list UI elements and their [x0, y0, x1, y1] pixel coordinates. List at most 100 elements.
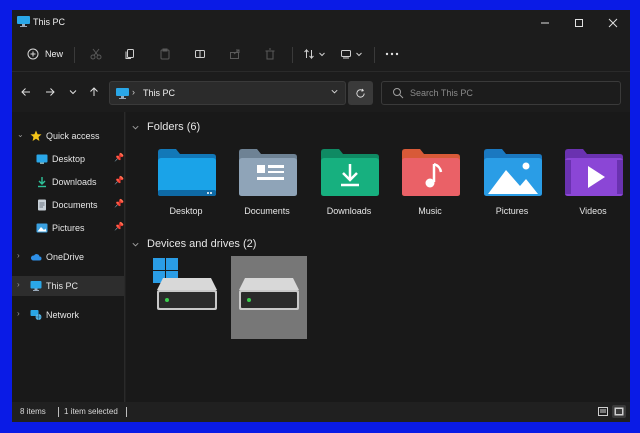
tiles-view-icon [614, 407, 624, 416]
chevron-down-icon [132, 242, 139, 246]
chevron-right-icon[interactable]: › [17, 251, 20, 260]
details-view-button[interactable] [596, 405, 610, 418]
star-icon [30, 130, 42, 141]
music-folder-icon [402, 149, 460, 196]
arrow-up-icon [90, 87, 98, 96]
up-button[interactable] [86, 84, 102, 100]
search-box[interactable] [381, 81, 621, 105]
drives-group-header[interactable]: Devices and drives (2) [131, 238, 256, 250]
chevron-down-icon [355, 52, 362, 57]
computer-icon [17, 16, 30, 27]
recent-locations-button[interactable] [65, 84, 81, 100]
navigation-bar: › This PC [12, 72, 630, 112]
sidebar-item-label: OneDrive [46, 252, 85, 262]
folders-heading: Folders (6) [147, 121, 201, 133]
address-dropdown[interactable] [330, 87, 339, 98]
divider [126, 407, 127, 417]
sidebar-item-label: Downloads [52, 177, 97, 187]
folders-group-header[interactable]: Folders (6) [131, 121, 200, 133]
paste-icon [160, 48, 170, 60]
more-icon [385, 52, 399, 56]
sidebar-item-this-pc[interactable]: › This PC [12, 276, 124, 296]
title-bar: This PC [12, 10, 630, 36]
minimize-button[interactable] [528, 10, 562, 36]
sidebar-item-label: Quick access [46, 131, 100, 141]
divider [292, 47, 293, 63]
rename-icon [195, 50, 205, 58]
chevron-down-icon[interactable]: ⌄ [17, 130, 24, 139]
search-input[interactable] [410, 85, 610, 101]
close-button[interactable] [596, 10, 630, 36]
details-view-icon [598, 407, 608, 416]
file-explorer-window: This PC New › This PC Search This PC ⌄ Q… [12, 10, 630, 422]
sidebar-item-pictures[interactable]: Pictures 📌 [12, 218, 124, 238]
folder-downloads[interactable]: Downloads [310, 146, 388, 224]
back-button[interactable] [18, 84, 34, 100]
tiles-view-button[interactable] [612, 405, 626, 418]
desktop-icon [36, 154, 48, 164]
sidebar-item-network[interactable]: › Network [12, 305, 124, 325]
paste-button[interactable] [155, 44, 175, 64]
forward-button[interactable] [42, 84, 58, 100]
address-bar[interactable]: › This PC [109, 81, 346, 105]
chevron-right-icon: › [132, 87, 135, 97]
add-icon [27, 48, 39, 60]
share-button[interactable] [225, 44, 245, 64]
minimize-icon [541, 22, 549, 24]
folder-label: Music [418, 206, 442, 216]
command-bar: New [12, 36, 630, 72]
sidebar-item-documents[interactable]: Documents 📌 [12, 195, 124, 215]
chevron-right-icon[interactable]: › [17, 309, 20, 318]
divider [74, 47, 75, 63]
hard-drive-icon [157, 278, 217, 310]
pin-icon: 📌 [114, 199, 124, 208]
computer-icon [116, 88, 129, 99]
cut-button[interactable] [86, 44, 106, 64]
window-title: This PC [33, 17, 66, 27]
pin-icon: 📌 [114, 176, 124, 185]
downloads-folder-icon [321, 149, 379, 196]
folder-music[interactable]: Music [391, 146, 469, 224]
delete-button[interactable] [260, 44, 280, 64]
copy-button[interactable] [120, 44, 140, 64]
drive-system[interactable] [149, 256, 225, 339]
cut-icon [90, 48, 102, 60]
pictures-icon [36, 223, 48, 233]
sort-button[interactable] [300, 44, 328, 64]
folder-label: Downloads [326, 206, 372, 216]
new-button[interactable]: New [22, 44, 68, 64]
sidebar-item-quick-access[interactable]: ⌄ Quick access [12, 126, 124, 146]
status-bar: 8 items 1 item selected [12, 402, 630, 422]
sidebar-item-downloads[interactable]: Downloads 📌 [12, 172, 124, 192]
desktop-folder-icon [158, 149, 216, 196]
rename-button[interactable] [190, 44, 210, 64]
sidebar-item-label: Documents [52, 200, 98, 210]
refresh-icon [356, 88, 365, 98]
download-icon [38, 177, 46, 188]
folder-documents[interactable]: Documents [228, 146, 306, 224]
view-button[interactable] [337, 44, 365, 64]
address-text: This PC [143, 88, 176, 98]
item-count: 8 items [20, 407, 46, 416]
chevron-right-icon[interactable]: › [17, 280, 20, 289]
folder-pictures[interactable]: Pictures [473, 146, 551, 224]
sidebar-item-desktop[interactable]: Desktop 📌 [12, 149, 124, 169]
folder-desktop[interactable]: Desktop [147, 146, 225, 224]
pin-icon: 📌 [114, 222, 124, 231]
more-button[interactable] [382, 44, 402, 64]
sidebar-item-label: Network [46, 310, 80, 320]
share-icon [230, 49, 240, 59]
divider [374, 47, 375, 63]
sidebar-item-onedrive[interactable]: › OneDrive [12, 247, 124, 267]
sidebar-item-label: Pictures [52, 223, 85, 233]
refresh-button[interactable] [348, 81, 373, 105]
selection-count: 1 item selected [64, 407, 118, 416]
sort-icon [303, 48, 314, 60]
maximize-button[interactable] [562, 10, 596, 36]
folder-label: Desktop [169, 206, 203, 216]
folder-videos[interactable]: Videos [554, 146, 630, 224]
drive-selected[interactable] [231, 256, 307, 339]
navigation-pane: ⌄ Quick access Desktop 📌 Downloads 📌 Doc… [12, 112, 125, 402]
search-icon [393, 88, 404, 99]
chevron-down-icon [331, 89, 338, 94]
